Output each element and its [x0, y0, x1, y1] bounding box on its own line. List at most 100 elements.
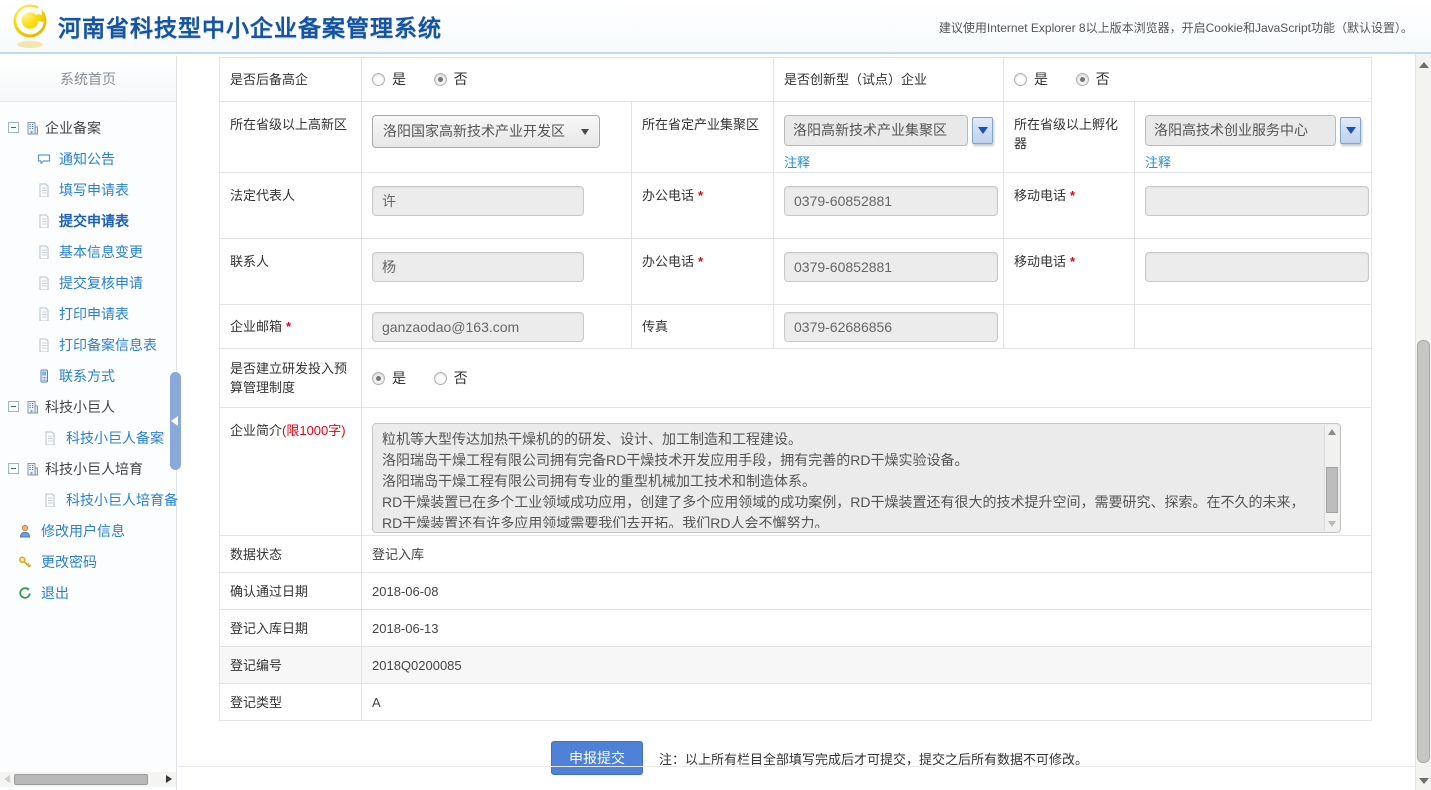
scroll-down-icon[interactable]: [1419, 778, 1429, 784]
sidebar-item-label: 退出: [41, 583, 69, 603]
required-asterisk: *: [1070, 188, 1075, 203]
sidebar-group-tech-giant-cultivation[interactable]: 科技小巨人培育: [0, 453, 176, 484]
scroll-up-icon[interactable]: [1419, 62, 1429, 68]
sidebar-nav: 企业备案 通知公告 填写申请表 提交申请表 基本信息变更 提交复核申请: [0, 102, 176, 608]
incubator-dropdown-button[interactable]: [1340, 117, 1361, 144]
company-profile-text: 粒机等大型传达加热干燥机的的研发、设计、加工制造和工程建设。 洛阳瑞岛干燥工程有…: [382, 429, 1318, 528]
sidebar-item-contact-info[interactable]: 联系方式: [0, 360, 176, 391]
mobile-phone-input-2[interactable]: [1145, 252, 1369, 282]
backup-high-yes-radio[interactable]: [372, 73, 385, 86]
scroll-left-icon[interactable]: [4, 775, 10, 783]
sidebar-home-link[interactable]: 系统首页: [0, 56, 176, 102]
incubator-note-link[interactable]: 注释: [1145, 153, 1171, 172]
form-field-cell: [1135, 239, 1372, 305]
form-label-cell: 办公电话*: [632, 173, 774, 239]
form-field-cell: [362, 305, 632, 349]
form-field-cell: [774, 173, 1004, 239]
textarea-scrollbar-thumb[interactable]: [1326, 467, 1338, 513]
office-phone-input[interactable]: [784, 186, 998, 216]
submit-row: 申报提交 注：以上所有栏目全部填写完成后才可提交，提交之后所有数据不可修改。: [551, 741, 1415, 775]
required-asterisk: *: [286, 319, 291, 334]
sidebar-item-print-filing-info[interactable]: 打印备案信息表: [0, 329, 176, 360]
cluster-note-link[interactable]: 注释: [784, 153, 810, 172]
form-field-cell: 洛阳国家高新技术产业开发区: [362, 102, 632, 173]
contact-person-input[interactable]: [372, 252, 584, 282]
register-no-value: 2018Q0200085: [362, 647, 1372, 684]
required-asterisk: *: [1070, 254, 1075, 269]
scroll-up-icon[interactable]: [1328, 429, 1336, 435]
form-label-cell: 移动电话*: [1004, 173, 1135, 239]
submit-button[interactable]: 申报提交: [551, 741, 643, 775]
cluster-select[interactable]: 洛阳高新技术产业集聚区: [784, 115, 968, 146]
form-label-cell: 联系人: [220, 239, 362, 305]
sidebar-item-logout[interactable]: 退出: [0, 577, 176, 608]
user-icon: [18, 524, 32, 538]
browser-tip: 建议使用Internet Explorer 8以上版本浏览器，开启Cookie和…: [939, 19, 1413, 36]
legal-rep-input[interactable]: [372, 186, 584, 216]
register-date-value: 2018-06-13: [362, 610, 1372, 647]
sidebar-item-tech-giant-filing[interactable]: 科技小巨人备案: [0, 422, 176, 453]
form-field-cell: [362, 173, 632, 239]
horizontal-scrollbar-thumb[interactable]: [14, 774, 148, 785]
building-icon: [25, 462, 39, 476]
sidebar-item-print-application[interactable]: 打印申请表: [0, 298, 176, 329]
field-label: 企业简介: [230, 423, 282, 438]
document-icon: [37, 245, 51, 259]
content-divider: [178, 766, 1415, 767]
sidebar-item-fill-application[interactable]: 填写申请表: [0, 174, 176, 205]
company-profile-textarea[interactable]: 粒机等大型传达加热干燥机的的研发、设计、加工制造和工程建设。 洛阳瑞岛干燥工程有…: [372, 423, 1341, 533]
rd-budget-no-radio[interactable]: [434, 372, 447, 385]
sidebar-item-edit-user-info[interactable]: 修改用户信息: [0, 515, 176, 546]
sidebar-item-notice[interactable]: 通知公告: [0, 143, 176, 174]
document-icon: [43, 493, 57, 507]
field-label: 企业邮箱: [230, 319, 282, 334]
sidebar-horizontal-scrollbar[interactable]: [0, 772, 176, 787]
form-field-cell: [1135, 173, 1372, 239]
sidebar-group-enterprise-filing[interactable]: 企业备案: [0, 112, 176, 143]
form-field-cell: [774, 305, 1004, 349]
sidebar-item-submit-review[interactable]: 提交复核申请: [0, 267, 176, 298]
collapse-minus-icon[interactable]: [8, 463, 19, 474]
cluster-dropdown-button[interactable]: [972, 117, 993, 144]
collapse-minus-icon[interactable]: [8, 122, 19, 133]
sidebar-item-submit-application[interactable]: 提交申请表: [0, 205, 176, 236]
form-label-cell: 登记编号: [220, 647, 362, 684]
innovative-no-radio[interactable]: [1076, 73, 1089, 86]
incubator-select[interactable]: 洛阳高技术创业服务中心: [1145, 115, 1336, 146]
office-phone-input-2[interactable]: [784, 252, 998, 282]
form-label-cell: 登记类型: [220, 684, 362, 721]
scroll-right-icon[interactable]: [166, 775, 172, 783]
sidebar-collapse-handle[interactable]: [170, 372, 181, 470]
document-icon: [37, 307, 51, 321]
textarea-scrollbar[interactable]: [1324, 425, 1339, 531]
rd-budget-yes-radio[interactable]: [372, 372, 385, 385]
fax-input[interactable]: [784, 312, 998, 342]
vertical-scrollbar-thumb[interactable]: [1417, 340, 1430, 763]
sidebar-item-label: 打印备案信息表: [59, 335, 157, 355]
sidebar-item-label: 通知公告: [59, 149, 115, 169]
required-asterisk: *: [698, 254, 703, 269]
sidebar-item-change-password[interactable]: 更改密码: [0, 546, 176, 577]
form-field-cell: 洛阳高新技术产业集聚区 注释: [774, 102, 1004, 173]
mobile-phone-input[interactable]: [1145, 186, 1369, 216]
company-email-input[interactable]: [372, 312, 584, 342]
submit-note: 注：以上所有栏目全部填写完成后才可提交，提交之后所有数据不可修改。: [659, 749, 1088, 768]
data-status-value: 登记入库: [362, 536, 1372, 573]
sidebar-item-label: 科技小巨人培育备案: [66, 490, 192, 510]
hightech-zone-select[interactable]: 洛阳国家高新技术产业开发区: [372, 115, 600, 148]
sidebar-item-tech-giant-cultivation-filing[interactable]: 科技小巨人培育备案: [0, 484, 176, 515]
radio-label: 否: [454, 71, 468, 87]
page-vertical-scrollbar[interactable]: [1415, 54, 1431, 790]
sidebar-group-label: 企业备案: [45, 118, 101, 138]
collapse-minus-icon[interactable]: [8, 401, 19, 412]
innovative-yes-radio[interactable]: [1014, 73, 1027, 86]
chevron-down-icon: [1346, 127, 1356, 134]
form-label-cell: 所在省定产业集聚区: [632, 102, 774, 173]
sidebar-item-basic-info-change[interactable]: 基本信息变更: [0, 236, 176, 267]
form-field-cell: 粒机等大型传达加热干燥机的的研发、设计、加工制造和工程建设。 洛阳瑞岛干燥工程有…: [362, 408, 1372, 536]
page: 河南省科技型中小企业备案管理系统 建议使用Internet Explorer 8…: [0, 0, 1431, 790]
scroll-down-icon[interactable]: [1328, 521, 1336, 527]
sidebar-group-tech-giant[interactable]: 科技小巨人: [0, 391, 176, 422]
char-limit-label: (限1000字): [282, 423, 346, 438]
backup-high-no-radio[interactable]: [434, 73, 447, 86]
